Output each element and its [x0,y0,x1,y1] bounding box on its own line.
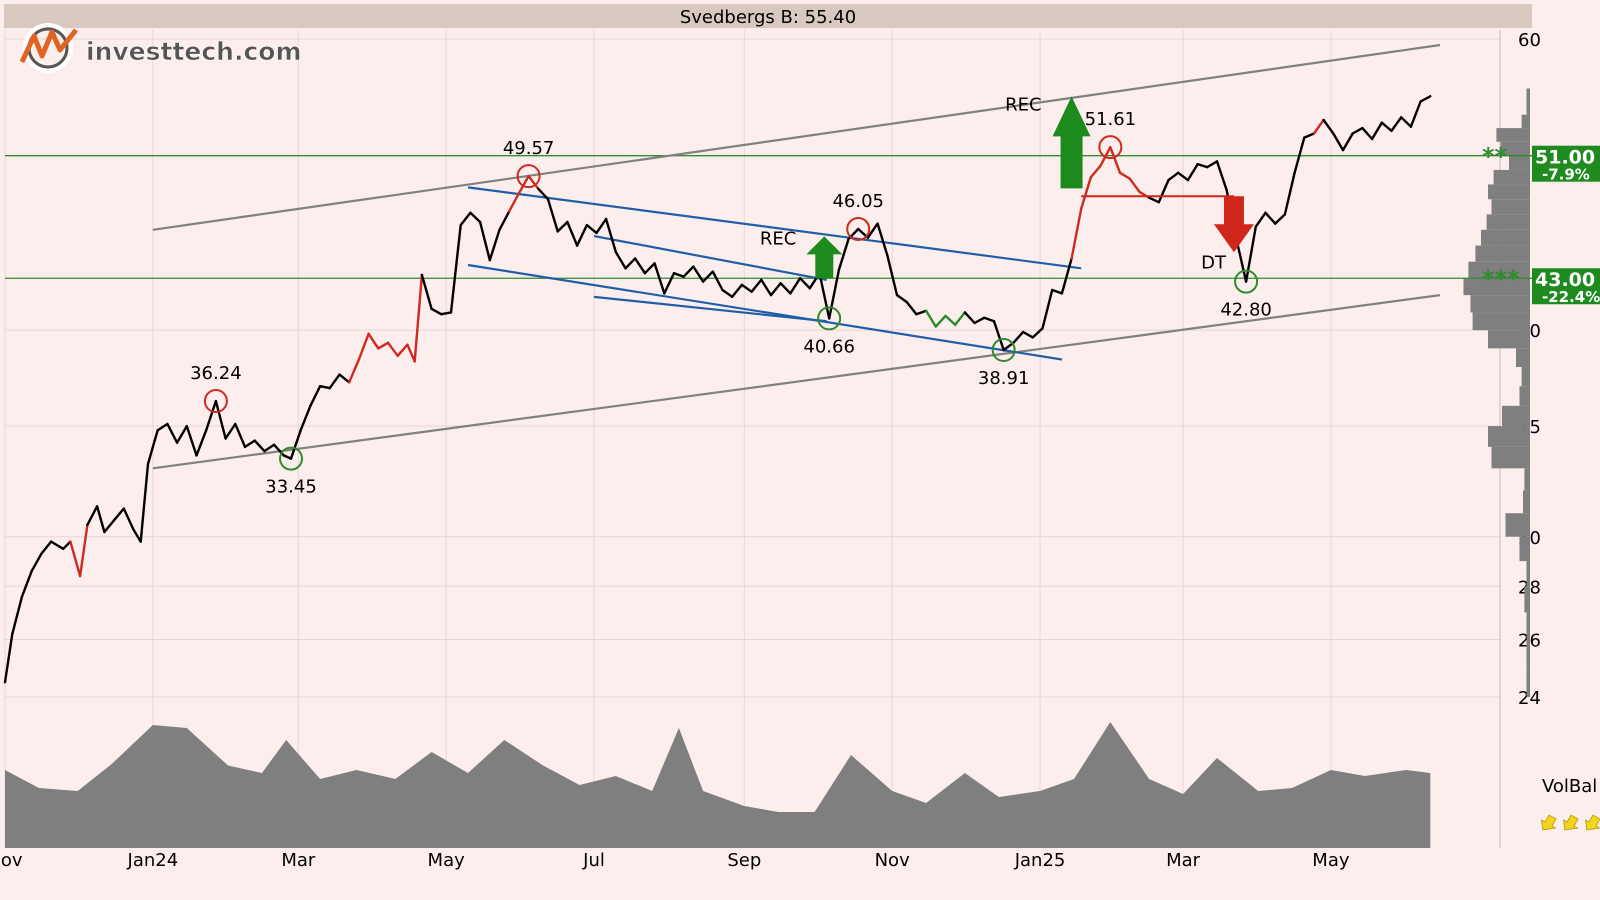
x-tick-label: May [428,850,466,871]
logo-text: investtech.com [86,37,302,66]
x-tick-label: Mar [1166,850,1201,871]
volume-profile-bar [1509,155,1530,170]
volume-profile-bar [1519,536,1530,562]
volume-profile-bar [1523,490,1530,514]
trough-label: 40.66 [803,336,855,357]
trough-label: 33.45 [265,477,317,498]
volume-profile-bar [1505,513,1530,537]
volume-profile-bar [1481,229,1530,246]
x-tick-label: Nov [0,850,23,871]
level-stars: *** [1482,265,1520,293]
volume-profile-bar [1491,199,1530,215]
volume-profile-bar [1526,101,1530,115]
volume-profile-bar [1502,405,1530,427]
chart-title: Svedbergs B: 55.40 [680,7,856,28]
signal-label: REC [1005,94,1041,115]
volume-profile-bar [1488,184,1530,200]
x-tick-label: Jul [582,850,605,871]
level-change: -7.9% [1542,166,1590,184]
volume-profile-bar [1491,446,1530,469]
volbal-label: VolBal [1542,776,1597,797]
trough-label: 38.91 [978,368,1030,389]
x-tick-label: Mar [281,850,316,871]
volume-profile-bar [1524,468,1530,491]
volume-profile-bar [1488,330,1530,349]
volume-profile-bar [1526,612,1530,640]
level-change: -22.4% [1542,288,1600,306]
volume-profile-bar [1526,667,1530,697]
x-tick-label: Sep [727,850,761,871]
volume-profile-bar [1526,88,1530,102]
volume-profile-bar [1519,386,1530,406]
signal-label: REC [760,228,796,249]
volume-profile-bar [1475,245,1530,262]
volume-profile-bar [1521,367,1530,387]
level-stars: ** [1482,143,1508,171]
volume-profile-bar [1472,312,1530,331]
chart: Svedbergs B: 55.40 investtech.com 242628… [0,0,1600,900]
y-tick-label: 60 [1518,30,1541,51]
volume-profile-bar [1488,426,1530,447]
peak-label: 49.57 [503,138,555,159]
peak-label: 46.05 [832,191,884,212]
volume-profile-bar [1516,348,1530,368]
signal-label: DT [1201,252,1227,273]
trough-label: 42.80 [1220,300,1272,321]
volume-profile-bar [1524,586,1530,613]
volume-profile-bar [1486,214,1530,230]
volume-profile-bar [1521,114,1530,129]
volume-profile-bar [1493,169,1530,185]
volume-profile-bar [1526,639,1530,668]
volume-profile-bar [1470,295,1530,313]
plot-background [0,0,1600,900]
x-tick-label: Nov [875,850,910,871]
peak-label: 51.61 [1085,109,1137,130]
volume-profile-bar [1496,128,1530,142]
volume-profile-bar [1526,561,1530,587]
x-tick-label: May [1312,850,1350,871]
x-tick-label: Jan24 [127,850,179,871]
x-tick-label: Jan25 [1014,850,1066,871]
peak-label: 36.24 [190,363,242,384]
